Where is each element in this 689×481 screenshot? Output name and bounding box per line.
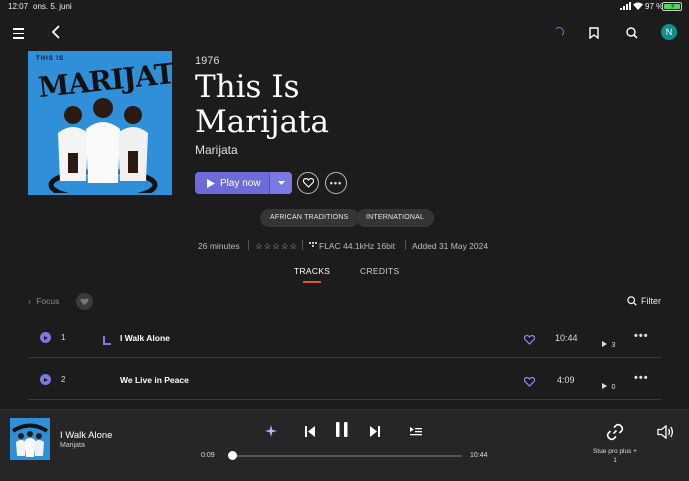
album-title: This Is Marijata	[195, 70, 395, 140]
total-time: 10:44	[470, 452, 488, 459]
tab-tracks[interactable]: TRACKS	[294, 266, 330, 276]
play-now-button[interactable]: Play now	[195, 172, 292, 194]
genre-tag[interactable]: AFRICAN TRADITIONS	[260, 209, 359, 227]
filter-label: Filter	[641, 296, 661, 306]
play-now-label: Play now	[220, 177, 261, 189]
album-artist[interactable]: Marijata	[195, 143, 238, 157]
heart-icon	[523, 334, 536, 345]
chevron-right-icon: ›	[28, 296, 31, 306]
track-favorite-button[interactable]	[523, 332, 536, 350]
active-tab-indicator	[303, 281, 321, 283]
status-time: 12:07	[8, 2, 29, 11]
search-icon	[627, 296, 637, 306]
favorites-filter-button[interactable]	[76, 293, 93, 310]
filter-button[interactable]: Filter	[627, 296, 661, 306]
chevron-down-icon	[277, 180, 285, 185]
track-title[interactable]: We Live in Peace	[120, 375, 189, 385]
menu-icon[interactable]	[13, 28, 24, 42]
more-options-button[interactable]: •••	[325, 172, 347, 194]
sparkle-icon[interactable]	[265, 424, 277, 442]
status-date: ons. 5. juni	[33, 2, 72, 11]
divider	[248, 240, 249, 250]
play-count-value: 3	[611, 342, 616, 349]
back-icon[interactable]	[51, 25, 61, 44]
avatar[interactable]: N	[661, 24, 677, 40]
track-more-button[interactable]: •••	[634, 372, 649, 384]
player-bar	[0, 409, 689, 481]
rating-stars[interactable]: ☆☆☆☆☆	[255, 241, 298, 252]
track-favorite-button[interactable]	[523, 374, 536, 392]
track-duration: 10:44	[555, 333, 578, 343]
heart-icon	[80, 297, 89, 305]
hires-icon	[309, 241, 317, 251]
album-year: 1976	[195, 55, 220, 67]
battery-percent: 97 %	[645, 2, 664, 11]
previous-button[interactable]	[305, 424, 315, 442]
search-icon[interactable]	[626, 26, 638, 44]
play-count-value: 0	[611, 384, 616, 391]
player-track-title[interactable]: I Walk Alone	[60, 430, 112, 441]
output-device-count: 1	[613, 457, 617, 464]
album-title-line1: This Is	[195, 69, 300, 105]
pause-button[interactable]	[336, 422, 348, 442]
track-title[interactable]: I Walk Alone	[120, 333, 170, 343]
date-added: Added 31 May 2024	[412, 241, 489, 251]
track-more-button[interactable]: •••	[634, 330, 649, 342]
play-icon	[602, 383, 607, 389]
divider	[28, 399, 661, 400]
progress-bar[interactable]	[229, 455, 462, 457]
album-cover: THIS IS MARIJATA	[28, 51, 172, 195]
cover-figures	[48, 98, 158, 193]
play-options-dropdown[interactable]	[269, 172, 292, 194]
divider	[28, 357, 661, 358]
favorite-button[interactable]	[297, 172, 319, 194]
next-button[interactable]	[370, 424, 380, 442]
audio-format: FLAC 44.1kHz 16bit	[319, 241, 396, 251]
progress-handle[interactable]	[227, 451, 237, 460]
queue-icon	[410, 427, 422, 436]
genre-tag[interactable]: INTERNATIONAL	[356, 209, 435, 227]
heart-icon	[302, 178, 314, 188]
play-count: 3	[602, 334, 615, 352]
output-device-name: Stue pro plus +	[593, 448, 637, 455]
tab-credits[interactable]: CREDITS	[360, 266, 399, 276]
wifi-icon	[633, 2, 643, 12]
skip-forward-icon	[370, 426, 380, 437]
track-number: 2	[61, 375, 66, 384]
divider	[302, 240, 303, 250]
pause-icon	[336, 422, 348, 437]
volume-button[interactable]	[657, 424, 675, 444]
focus-label: Focus	[36, 296, 60, 306]
elapsed-time: 0:09	[201, 452, 215, 459]
link-icon	[606, 423, 624, 441]
output-device[interactable]: Stue pro plus + 1	[590, 447, 640, 465]
skip-back-icon	[305, 426, 315, 437]
focus-toggle[interactable]: › Focus	[28, 296, 59, 306]
speaker-icon	[657, 424, 674, 440]
queue-button[interactable]	[410, 424, 422, 442]
track-number: 1	[61, 333, 66, 342]
connect-button[interactable]	[606, 423, 624, 446]
cover-top-text: THIS IS	[36, 56, 65, 62]
play-count: 0	[602, 376, 615, 394]
now-playing-icon	[103, 332, 111, 350]
album-duration: 26 minutes	[198, 241, 240, 251]
bookmark-icon[interactable]	[589, 26, 599, 44]
album-title-line2: Marijata	[195, 104, 329, 140]
heart-icon	[523, 376, 536, 387]
player-artist[interactable]: Marijata	[60, 442, 85, 449]
loading-icon	[554, 27, 564, 37]
track-play-button[interactable]	[40, 374, 51, 385]
cellular-icon	[620, 2, 631, 12]
play-icon	[602, 341, 607, 347]
more-icon: •••	[329, 178, 343, 188]
now-playing-cover[interactable]	[10, 418, 50, 460]
play-icon	[207, 178, 215, 188]
battery-icon: ⚡	[662, 2, 682, 11]
cover-art	[11, 423, 49, 457]
track-duration: 4:09	[557, 375, 575, 385]
divider	[405, 240, 406, 250]
track-play-button[interactable]	[40, 332, 51, 343]
